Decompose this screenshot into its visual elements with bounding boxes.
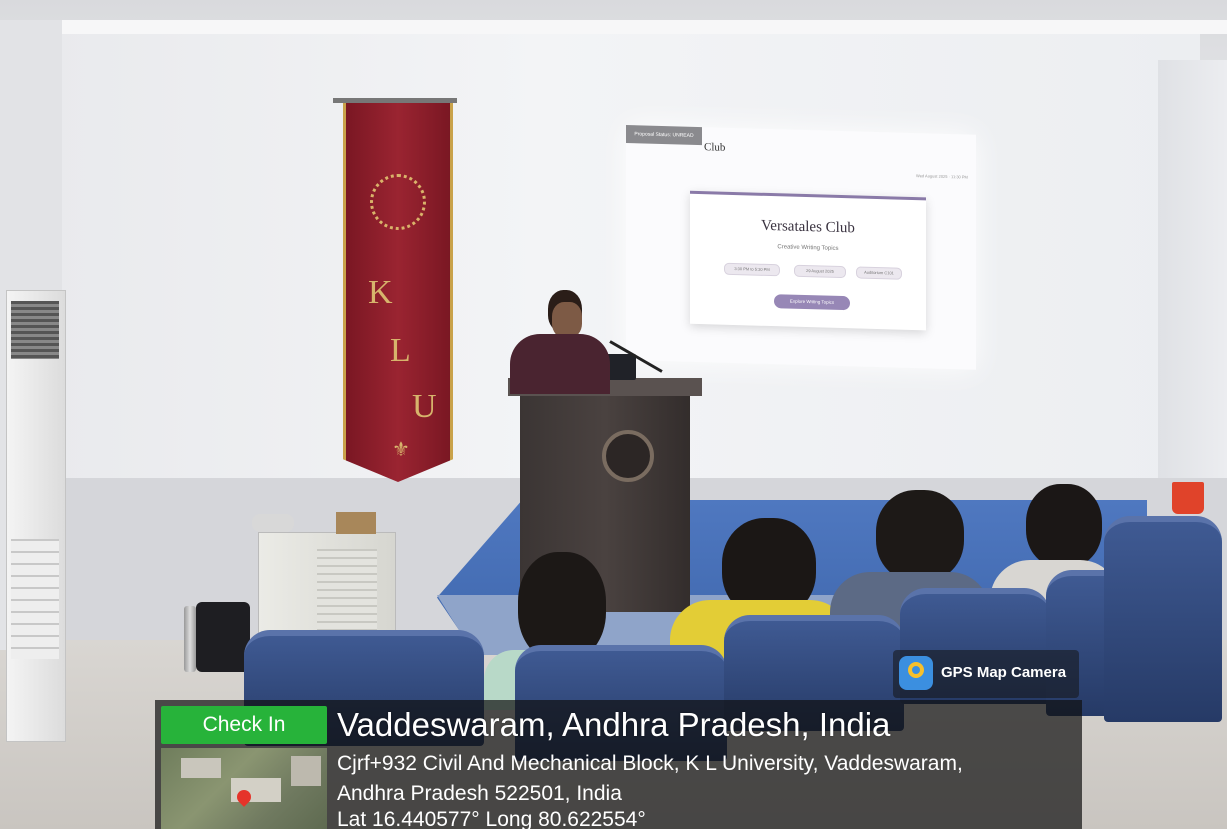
- audience-head-4: [1026, 484, 1102, 568]
- photo-scene: K L U ⚜ Proposal Status: UNREAD Club Wed…: [0, 0, 1227, 829]
- coordinates: Lat 16.440577° Long 80.622554°: [337, 808, 646, 829]
- map-pin-icon: [899, 656, 933, 690]
- red-bucket: [1172, 482, 1204, 514]
- slide-chip-venue: Auditorium C101: [856, 266, 902, 280]
- audience-head-3: [876, 490, 964, 582]
- chair-6: [1104, 516, 1222, 722]
- satellite-map-thumbnail: [161, 748, 327, 829]
- bottle: [184, 606, 196, 672]
- slide-header-right: Wed August 2025 · 11:30 PM: [916, 173, 968, 180]
- slide-card: Versatales Club Creative Writing Topics …: [690, 190, 926, 331]
- banner-letter-l: L: [390, 332, 411, 369]
- right-pillar: [1158, 60, 1227, 520]
- slide-chip-time: 3:30 PM to 5:30 PM: [724, 262, 780, 277]
- slide-header-brand: Club: [704, 141, 726, 154]
- klu-banner: K L U ⚜: [343, 102, 453, 482]
- address-line-1: Cjrf+932 Civil And Mechanical Block, K L…: [337, 752, 963, 775]
- telephone: [252, 514, 294, 532]
- projected-slide: Proposal Status: UNREAD Club Wed August …: [626, 125, 976, 370]
- slide-explore-button: Explore Writing Topics: [774, 294, 850, 311]
- address-line-2: Andhra Pradesh 522501, India: [337, 782, 622, 805]
- banner-rod: [333, 98, 457, 103]
- banner-letter-u: U: [412, 388, 437, 425]
- bag: [196, 602, 250, 672]
- banner-letter-k: K: [368, 274, 393, 311]
- small-box: [336, 512, 376, 534]
- fleur-icon: ⚜: [392, 439, 410, 461]
- speaker-face: [552, 302, 582, 338]
- ceiling-edge: [0, 20, 1227, 34]
- slide-header-tab: Proposal Status: UNREAD: [626, 125, 702, 146]
- location-overlay: Check In Vaddeswaram, Andhra Pradesh, In…: [155, 700, 1082, 829]
- air-conditioner: [6, 290, 66, 742]
- banner-emblem-icon: [370, 174, 426, 230]
- slide-title: Versatales Club: [761, 217, 855, 237]
- podium-emblem-icon: [602, 430, 654, 482]
- location-title: Vaddeswaram, Andhra Pradesh, India: [337, 706, 891, 743]
- gps-app-name: GPS Map Camera: [941, 664, 1067, 681]
- speaker-body: [510, 334, 610, 394]
- slide-subtitle: Creative Writing Topics: [777, 244, 839, 252]
- gps-app-badge: GPS Map Camera: [893, 650, 1079, 698]
- slide-chip-date: 29 August 2025: [794, 264, 846, 279]
- check-in-badge: Check In: [161, 706, 327, 744]
